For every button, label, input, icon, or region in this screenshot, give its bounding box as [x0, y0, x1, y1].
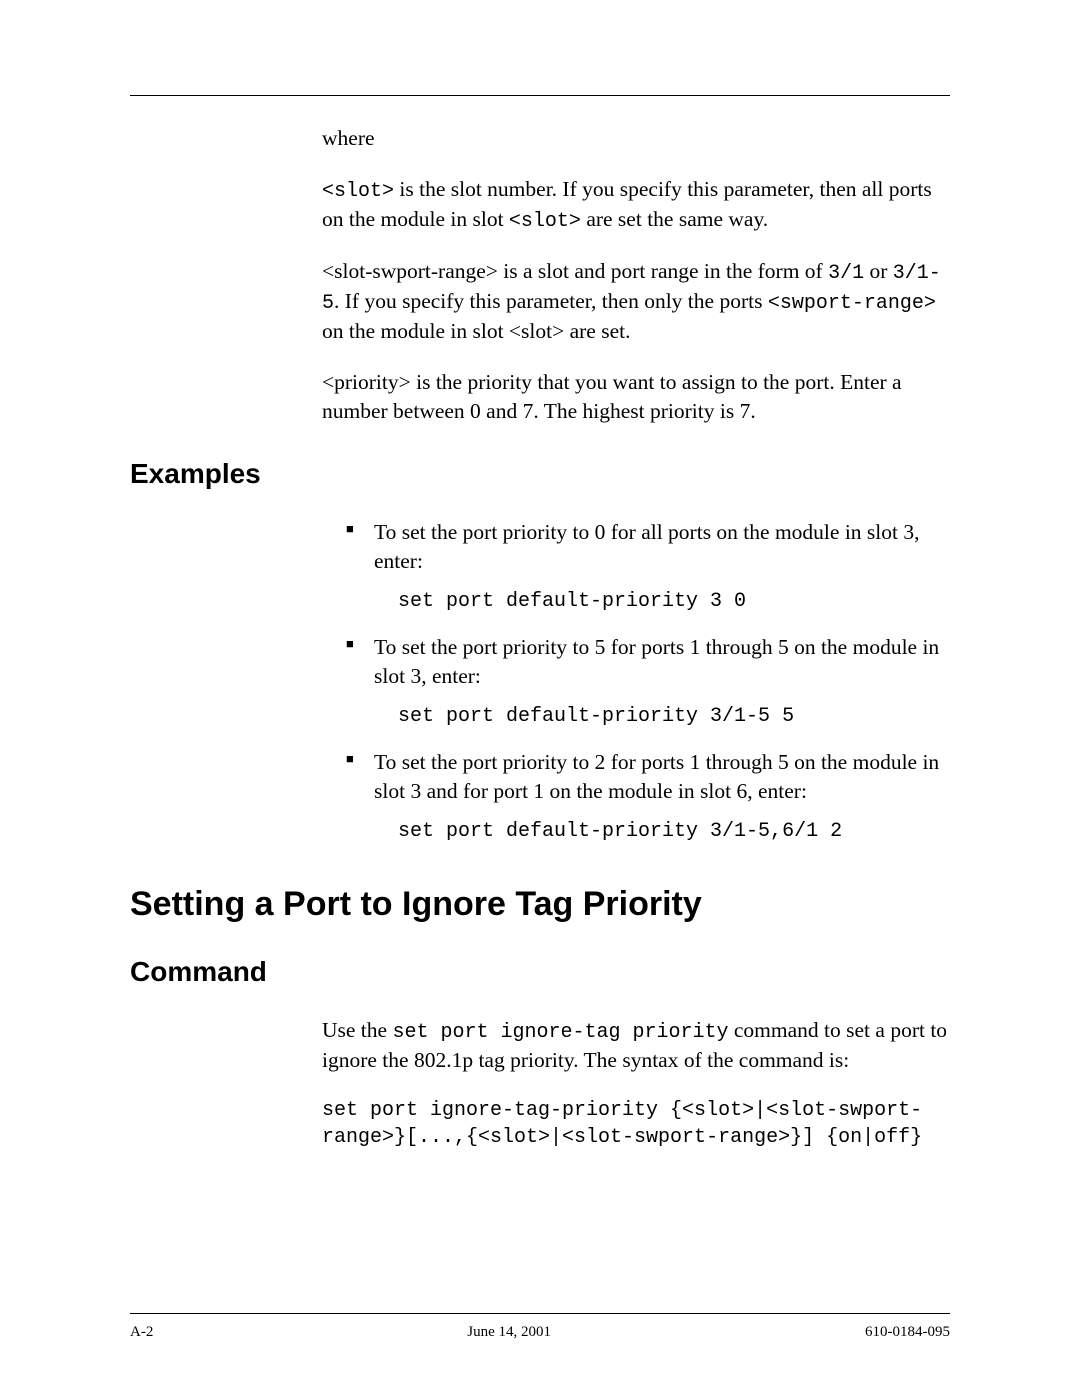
page-top-rule — [130, 95, 950, 96]
slot-token-1: <slot> — [322, 180, 394, 203]
slot-swport-paragraph: <slot-swport-range> is a slot and port r… — [322, 257, 950, 346]
cmd-text-1: Use the — [322, 1018, 392, 1042]
list-item: To set the port priority to 2 for ports … — [322, 748, 950, 845]
swport-token-1: 3/1 — [828, 262, 864, 285]
slot-token-2: <slot> — [509, 210, 581, 233]
list-item: To set the port priority to 0 for all po… — [322, 518, 950, 615]
where-label: where — [322, 124, 950, 153]
intro-block: where <slot> is the slot number. If you … — [322, 124, 950, 426]
footer-page-number: A-2 — [130, 1324, 153, 1341]
example-command: set port default-priority 3/1-5,6/1 2 — [398, 818, 950, 845]
swport-text-3: . If you specify this parameter, then on… — [334, 289, 768, 313]
examples-heading: Examples — [130, 458, 950, 490]
example-text: To set the port priority to 0 for all po… — [374, 518, 950, 576]
slot-paragraph: <slot> is the slot number. If you specif… — [322, 175, 950, 235]
slot-text-2: are set the same way. — [581, 207, 768, 231]
example-command: set port default-priority 3 0 — [398, 588, 950, 615]
cmd-token: set port ignore-tag priority — [392, 1021, 728, 1044]
command-block: Use the set port ignore-tag priority com… — [322, 1016, 950, 1151]
swport-text-1: <slot-swport-range> is a slot and port r… — [322, 259, 828, 283]
command-paragraph: Use the set port ignore-tag priority com… — [322, 1016, 950, 1075]
command-syntax: set port ignore-tag-priority {<slot>|<sl… — [322, 1097, 950, 1151]
footer-date: June 14, 2001 — [467, 1324, 551, 1341]
examples-list: To set the port priority to 0 for all po… — [322, 518, 950, 845]
page-footer: A-2 June 14, 2001 610-0184-095 — [130, 1313, 950, 1341]
example-text: To set the port priority to 5 for ports … — [374, 633, 950, 691]
priority-paragraph: <priority> is the priority that you want… — [322, 368, 950, 426]
list-item: To set the port priority to 5 for ports … — [322, 633, 950, 730]
footer-doc-id: 610-0184-095 — [865, 1324, 950, 1341]
swport-token-3: <swport-range> — [768, 292, 936, 315]
swport-text-2: or — [864, 259, 893, 283]
section-title: Setting a Port to Ignore Tag Priority — [130, 885, 950, 924]
example-command: set port default-priority 3/1-5 5 — [398, 703, 950, 730]
command-heading: Command — [130, 956, 950, 988]
swport-text-4: on the module in slot <slot> are set. — [322, 319, 631, 343]
example-text: To set the port priority to 2 for ports … — [374, 748, 950, 806]
